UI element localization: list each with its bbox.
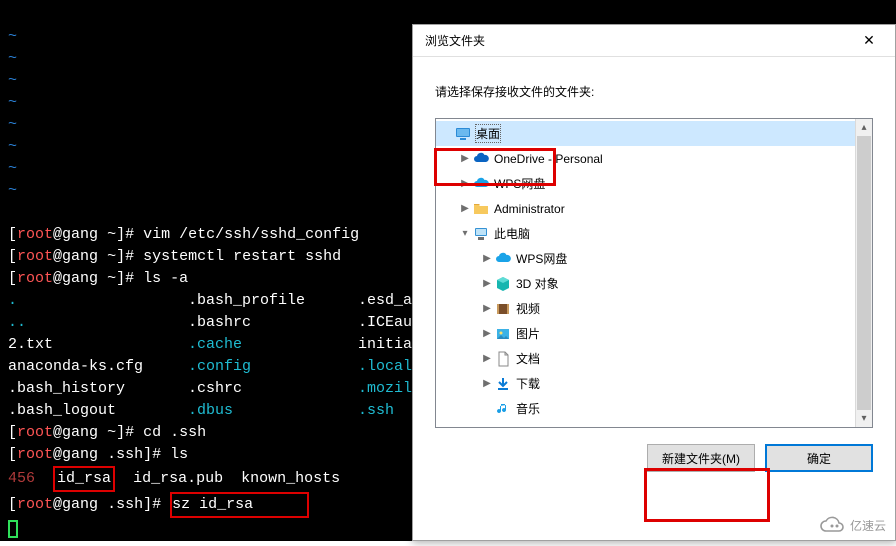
music-icon bbox=[494, 400, 512, 418]
highlight-sz-cmd: sz id_rsa bbox=[170, 492, 309, 518]
documents-icon bbox=[494, 350, 512, 368]
ls-row: .bash_logout.dbus.ssh bbox=[8, 402, 394, 419]
vim-tilde: ~ bbox=[8, 160, 17, 177]
cloud-icon bbox=[494, 250, 512, 268]
new-folder-button[interactable]: 新建文件夹(M) bbox=[647, 444, 755, 472]
highlight-id-rsa: id_rsa bbox=[53, 466, 115, 492]
vim-tilde: ~ bbox=[8, 182, 17, 199]
tree-node-onedrive[interactable]: ▶ OneDrive - Personal bbox=[436, 146, 855, 171]
tree-node-documents[interactable]: ▶ 文档 bbox=[436, 346, 855, 371]
vim-tilde: ~ bbox=[8, 50, 17, 67]
vim-tilde: ~ bbox=[8, 138, 17, 155]
ls-row: .bash_history.cshrc.mozil bbox=[8, 380, 412, 397]
prompt-line: [root@gang ~]# systemctl restart sshd bbox=[8, 248, 341, 265]
ls-row: ..bash_profile.esd_a bbox=[8, 292, 412, 309]
tree-label: Administrator bbox=[494, 202, 565, 216]
tree-node-3dobjects[interactable]: ▶ 3D 对象 bbox=[436, 271, 855, 296]
desktop-icon bbox=[454, 125, 472, 143]
chevron-right-icon[interactable]: ▶ bbox=[480, 253, 494, 264]
prompt-line: [root@gang ~]# ls -a bbox=[8, 270, 188, 287]
dialog-titlebar[interactable]: 浏览文件夹 ✕ bbox=[413, 25, 895, 57]
chevron-right-icon[interactable]: ▶ bbox=[480, 353, 494, 364]
folder-tree[interactable]: 桌面 ▶ OneDrive - Personal ▶ WPS网盘 ▶ Admin… bbox=[436, 119, 855, 427]
terminal-cursor bbox=[8, 520, 18, 538]
prompt-line: [root@gang ~]# cd .ssh bbox=[8, 424, 206, 441]
dialog-button-row: 新建文件夹(M) 确定 bbox=[435, 444, 873, 472]
prompt-line: [root@gang .ssh]# ls bbox=[8, 446, 188, 463]
chevron-right-icon[interactable]: ▶ bbox=[458, 153, 472, 164]
scroll-thumb[interactable] bbox=[857, 136, 871, 410]
tree-node-music[interactable]: 音乐 bbox=[436, 396, 855, 421]
folder-tree-container: 桌面 ▶ OneDrive - Personal ▶ WPS网盘 ▶ Admin… bbox=[435, 118, 873, 428]
tree-node-wps[interactable]: ▶ WPS网盘 bbox=[436, 171, 855, 196]
prompt-line: [root@gang ~]# vim /etc/ssh/sshd_config bbox=[8, 226, 359, 243]
dialog-prompt: 请选择保存接收文件的文件夹: bbox=[435, 83, 873, 100]
chevron-right-icon[interactable]: ▶ bbox=[458, 203, 472, 214]
dialog-title: 浏览文件夹 bbox=[425, 32, 485, 49]
tree-label: 图片 bbox=[516, 325, 540, 342]
ok-button[interactable]: 确定 bbox=[765, 444, 873, 472]
pictures-icon bbox=[494, 325, 512, 343]
ls-output: 456 id_rsa id_rsa.pub known_hosts bbox=[8, 470, 340, 487]
video-icon bbox=[494, 300, 512, 318]
tree-node-pictures[interactable]: ▶ 图片 bbox=[436, 321, 855, 346]
close-icon: ✕ bbox=[863, 32, 875, 49]
tree-node-thispc[interactable]: ▾ 此电脑 bbox=[436, 221, 855, 246]
prompt-line: [root@gang .ssh]# sz id_rsa bbox=[8, 496, 309, 513]
cube-icon bbox=[494, 275, 512, 293]
download-icon bbox=[494, 375, 512, 393]
vim-tilde: ~ bbox=[8, 116, 17, 133]
chevron-right-icon[interactable]: ▶ bbox=[480, 378, 494, 389]
vim-tilde: ~ bbox=[8, 94, 17, 111]
tree-label: 文档 bbox=[516, 350, 540, 367]
browse-folder-dialog: 浏览文件夹 ✕ 请选择保存接收文件的文件夹: 桌面 ▶ OneDrive - P… bbox=[412, 24, 896, 541]
tree-label: 桌面 bbox=[476, 125, 500, 142]
tree-label: 下载 bbox=[516, 375, 540, 392]
tree-label: 音乐 bbox=[516, 400, 540, 417]
ls-row: anaconda-ks.cfg.config.local bbox=[8, 358, 412, 375]
tree-label: 3D 对象 bbox=[516, 275, 559, 292]
cloud-logo-icon bbox=[818, 515, 846, 535]
tree-label: 视频 bbox=[516, 300, 540, 317]
tree-label: WPS网盘 bbox=[494, 175, 545, 192]
chevron-right-icon[interactable]: ▶ bbox=[480, 278, 494, 289]
computer-icon bbox=[472, 225, 490, 243]
chevron-right-icon[interactable]: ▶ bbox=[480, 303, 494, 314]
tree-node-administrator[interactable]: ▶ Administrator bbox=[436, 196, 855, 221]
scroll-down-icon[interactable]: ▾ bbox=[856, 410, 872, 427]
cloud-icon bbox=[472, 175, 490, 193]
vim-tilde: ~ bbox=[8, 28, 17, 45]
user-folder-icon bbox=[472, 200, 490, 218]
tree-scrollbar[interactable]: ▴ ▾ bbox=[855, 119, 872, 427]
tree-label: WPS网盘 bbox=[516, 250, 567, 267]
vim-tilde: ~ bbox=[8, 72, 17, 89]
cloud-icon bbox=[472, 150, 490, 168]
tree-label: 此电脑 bbox=[494, 225, 530, 242]
tree-node-wps2[interactable]: ▶ WPS网盘 bbox=[436, 246, 855, 271]
chevron-down-icon[interactable]: ▾ bbox=[458, 228, 472, 239]
chevron-right-icon[interactable]: ▶ bbox=[458, 178, 472, 189]
tree-node-downloads[interactable]: ▶ 下载 bbox=[436, 371, 855, 396]
ls-row: ...bashrc.ICEau bbox=[8, 314, 412, 331]
tree-node-videos[interactable]: ▶ 视频 bbox=[436, 296, 855, 321]
tree-label: OneDrive - Personal bbox=[494, 152, 603, 166]
close-button[interactable]: ✕ bbox=[849, 27, 889, 55]
watermark: 亿速云 bbox=[812, 513, 892, 537]
scroll-up-icon[interactable]: ▴ bbox=[856, 119, 872, 136]
chevron-right-icon[interactable]: ▶ bbox=[480, 328, 494, 339]
tree-node-desktop[interactable]: 桌面 bbox=[436, 121, 855, 146]
ls-row: 2.txt.cacheinitia bbox=[8, 336, 412, 353]
